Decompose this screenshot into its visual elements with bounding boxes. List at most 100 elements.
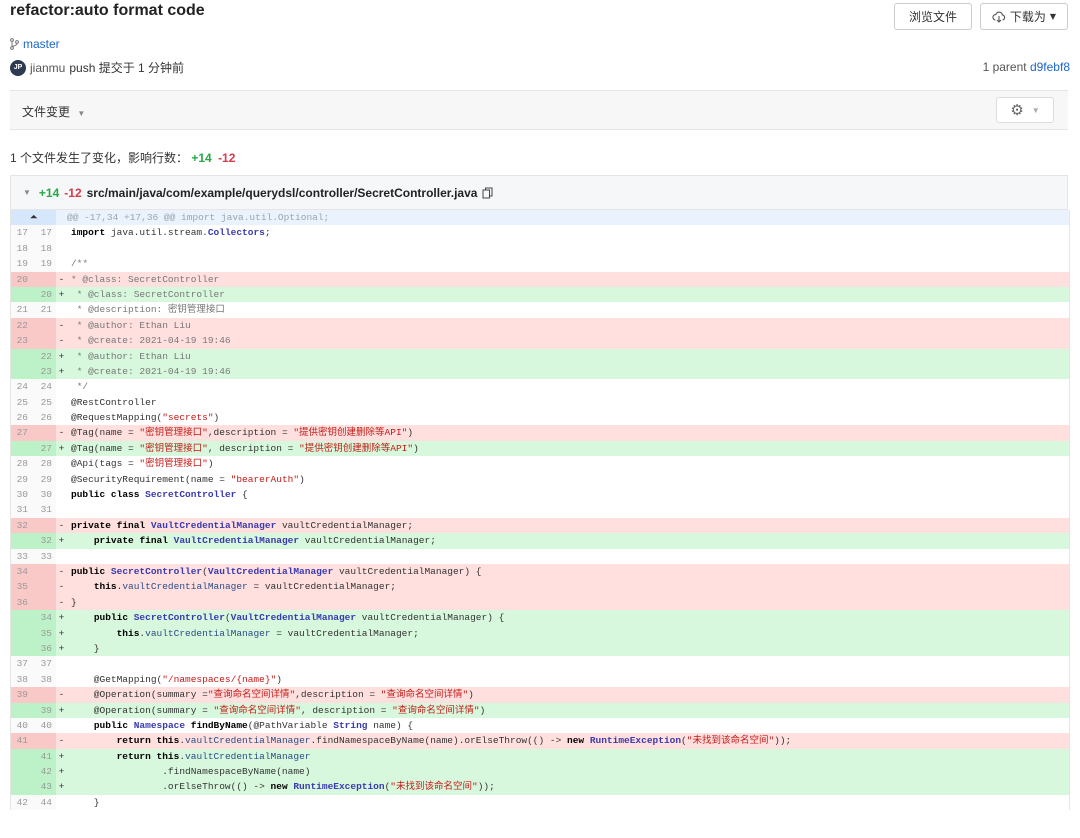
old-line-number[interactable]: 25 bbox=[11, 394, 32, 411]
new-line-number[interactable]: 43 bbox=[32, 779, 56, 795]
diff-sign: + bbox=[58, 365, 65, 377]
new-line-number[interactable]: 37 bbox=[32, 656, 56, 672]
new-line-number[interactable]: 22 bbox=[32, 348, 56, 364]
new-line-number[interactable]: 20 bbox=[32, 286, 56, 303]
old-line-number[interactable]: 21 bbox=[11, 302, 32, 318]
old-line-number[interactable] bbox=[11, 640, 32, 657]
copy-icon[interactable] bbox=[482, 187, 493, 199]
old-line-number[interactable]: 35 bbox=[11, 579, 32, 595]
new-line-number[interactable]: 24 bbox=[32, 379, 56, 395]
new-line-number[interactable]: 31 bbox=[32, 502, 56, 518]
browse-files-button[interactable]: 浏览文件 bbox=[894, 3, 972, 30]
diff-line-add: 42 + .findNamespaceByName(name) bbox=[11, 764, 1069, 780]
old-line-number[interactable] bbox=[11, 779, 32, 795]
diff-sign: - bbox=[58, 689, 65, 701]
new-line-number[interactable]: 33 bbox=[32, 548, 56, 564]
new-line-number[interactable] bbox=[32, 563, 56, 580]
new-line-number[interactable] bbox=[32, 333, 56, 349]
old-line-number[interactable] bbox=[11, 610, 32, 626]
diff-line-ctx: 40 40 public Namespace findByName(@PathVa… bbox=[11, 717, 1069, 734]
new-line-number[interactable]: 29 bbox=[32, 471, 56, 488]
old-line-number[interactable]: 24 bbox=[11, 379, 32, 395]
new-line-number[interactable]: 25 bbox=[32, 394, 56, 411]
gear-icon: ⚙ bbox=[1010, 102, 1024, 119]
new-line-number[interactable] bbox=[32, 271, 56, 287]
new-line-number[interactable]: 19 bbox=[32, 256, 56, 272]
new-line-number[interactable] bbox=[32, 687, 56, 703]
diff-line-del: 35 - this.vaultCredentialManager = vaultC… bbox=[11, 579, 1069, 595]
branch-link[interactable]: master bbox=[10, 37, 60, 51]
new-line-number[interactable]: 41 bbox=[32, 748, 56, 765]
caret-down-icon: ▼ bbox=[1031, 105, 1040, 115]
old-line-number[interactable]: 37 bbox=[11, 656, 32, 672]
diff-line-ctx: 19 19 /** bbox=[11, 256, 1069, 272]
new-line-number[interactable] bbox=[32, 425, 56, 441]
new-line-number[interactable]: 30 bbox=[32, 487, 56, 503]
new-line-number[interactable]: 42 bbox=[32, 764, 56, 780]
new-line-number[interactable]: 44 bbox=[32, 794, 56, 811]
old-line-number[interactable]: 39 bbox=[11, 687, 32, 703]
old-line-number[interactable] bbox=[11, 363, 32, 380]
expand-up-icon[interactable]: ⏶ bbox=[11, 210, 56, 226]
old-line-number[interactable]: 41 bbox=[11, 733, 32, 749]
old-line-number[interactable] bbox=[11, 764, 32, 780]
old-line-number[interactable]: 28 bbox=[11, 456, 32, 472]
parent-hash-link[interactable]: d9febf8 bbox=[1030, 60, 1070, 74]
new-line-number[interactable]: 34 bbox=[32, 610, 56, 626]
old-line-number[interactable]: 32 bbox=[11, 517, 32, 534]
old-line-number[interactable]: 27 bbox=[11, 425, 32, 441]
code-text: public Namespace findByName(@PathVariabl… bbox=[93, 719, 414, 731]
new-line-number[interactable]: 18 bbox=[32, 240, 56, 257]
new-line-number[interactable] bbox=[32, 317, 56, 334]
new-line-number[interactable] bbox=[32, 517, 56, 534]
old-line-number[interactable] bbox=[11, 533, 32, 549]
old-line-number[interactable]: 17 bbox=[11, 225, 32, 241]
diff-sign: + bbox=[58, 704, 65, 716]
new-line-number[interactable]: 21 bbox=[32, 302, 56, 318]
new-line-number[interactable] bbox=[32, 594, 56, 611]
old-line-number[interactable]: 42 bbox=[11, 794, 32, 811]
old-line-number[interactable]: 30 bbox=[11, 487, 32, 503]
old-line-number[interactable] bbox=[11, 348, 32, 364]
old-line-number[interactable] bbox=[11, 286, 32, 303]
new-line-number[interactable]: 27 bbox=[32, 440, 56, 457]
old-line-number[interactable] bbox=[11, 440, 32, 457]
collapse-caret-icon[interactable]: ▼ bbox=[23, 188, 31, 197]
new-line-number[interactable]: 28 bbox=[32, 456, 56, 472]
old-line-number[interactable]: 38 bbox=[11, 671, 32, 688]
old-line-number[interactable]: 40 bbox=[11, 717, 32, 734]
new-line-number[interactable]: 23 bbox=[32, 363, 56, 380]
settings-button[interactable]: ⚙ ▼ bbox=[996, 97, 1054, 123]
new-line-number[interactable]: 26 bbox=[32, 410, 56, 426]
old-line-number[interactable]: 34 bbox=[11, 563, 32, 580]
old-line-number[interactable]: 29 bbox=[11, 471, 32, 488]
new-line-number[interactable]: 32 bbox=[32, 533, 56, 549]
new-line-number[interactable]: 38 bbox=[32, 671, 56, 688]
new-line-number[interactable]: 36 bbox=[32, 640, 56, 657]
old-line-number[interactable]: 19 bbox=[11, 256, 32, 272]
old-line-number[interactable]: 18 bbox=[11, 240, 32, 257]
new-line-number[interactable]: 39 bbox=[32, 702, 56, 718]
new-line-number[interactable] bbox=[32, 733, 56, 749]
old-line-number[interactable] bbox=[11, 748, 32, 765]
old-line-number[interactable]: 26 bbox=[11, 410, 32, 426]
avatar[interactable]: JP bbox=[10, 59, 26, 76]
new-line-number[interactable]: 40 bbox=[32, 717, 56, 734]
old-line-number[interactable] bbox=[11, 702, 32, 718]
diff-line-del: 20 - * @class: SecretController bbox=[11, 271, 1069, 287]
old-line-number[interactable]: 20 bbox=[11, 271, 32, 287]
old-line-number[interactable]: 22 bbox=[11, 317, 32, 334]
old-line-number[interactable]: 36 bbox=[11, 594, 32, 611]
old-line-number[interactable] bbox=[11, 625, 32, 641]
new-line-number[interactable]: 35 bbox=[32, 625, 56, 641]
new-line-number[interactable] bbox=[32, 579, 56, 595]
author-name[interactable]: jianmu bbox=[30, 61, 65, 75]
file-path[interactable]: src/main/java/com/example/querydsl/contr… bbox=[87, 186, 478, 200]
old-line-number[interactable]: 23 bbox=[11, 333, 32, 349]
diff-view: ⏶ @@ -17,34 +17,36 @@ import java.util.O… bbox=[10, 210, 1070, 811]
file-changes-dropdown[interactable]: 文件变更 ▼ bbox=[22, 103, 85, 120]
download-button[interactable]: 下载为 ▼ bbox=[980, 3, 1068, 30]
old-line-number[interactable]: 31 bbox=[11, 502, 32, 518]
old-line-number[interactable]: 33 bbox=[11, 548, 32, 564]
new-line-number[interactable]: 17 bbox=[32, 225, 56, 241]
